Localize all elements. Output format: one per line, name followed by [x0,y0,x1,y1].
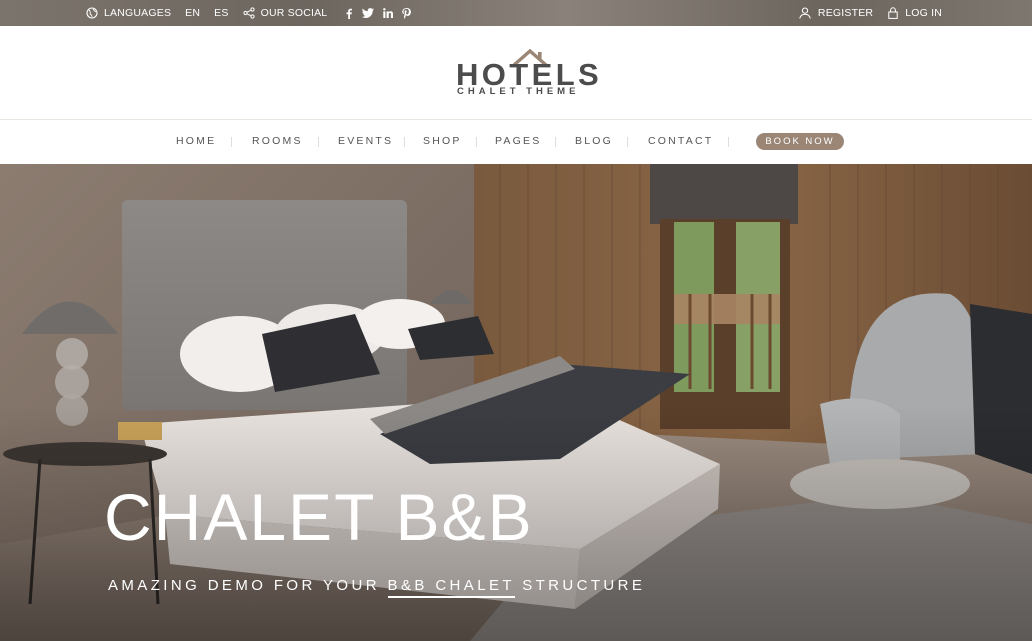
top-bar-left: LANGUAGES EN ES OUR SOCIAL [86,0,420,26]
site-header: HOTELS CHALET THEME [0,26,1032,120]
user-icon [799,7,818,19]
our-social-menu[interactable]: OUR SOCIAL [242,7,328,19]
register-label: REGISTER [817,7,874,19]
nav-divider [231,137,232,147]
languages-menu[interactable]: LANGUAGES [86,7,171,19]
nav-item-events[interactable]: EVENTS [338,135,393,147]
hero-banner: CHALET B&B AMAZING DEMO FOR YOUR B&B CHA… [0,164,1032,641]
globe-icon [86,7,104,19]
top-bar: LANGUAGES EN ES OUR SOCIAL REGISTER LOG … [0,0,1032,26]
nav-item-blog[interactable]: BLOG [575,135,613,147]
nav-item-contact[interactable]: CONTACT [648,135,713,147]
nav-item-shop[interactable]: SHOP [423,135,462,147]
hero-subtitle-after: STRUCTURE [514,577,646,594]
languages-label: LANGUAGES [104,7,172,19]
main-nav: HOME ROOMS EVENTS SHOP PAGES BLOG CONTAC… [0,120,1032,164]
hero-subtitle-before: AMAZING DEMO FOR YOUR [108,577,388,594]
nav-divider [728,137,729,147]
logo-subtitle: CHALET THEME [457,86,580,97]
nav-divider [476,137,477,147]
nav-divider [404,137,405,147]
nav-item-rooms[interactable]: ROOMS [252,135,303,147]
social-icons [345,7,420,19]
login-link[interactable]: LOG IN [888,7,942,19]
lang-en-link[interactable]: EN [185,7,200,19]
linkedin-icon[interactable] [383,8,394,18]
nav-divider [555,137,556,147]
hero-subtitle: AMAZING DEMO FOR YOUR B&B CHALET STRUCTU… [108,577,646,598]
nav-divider [627,137,628,147]
hero-title: CHALET B&B [104,480,534,554]
facebook-icon[interactable] [345,8,353,19]
register-link[interactable]: REGISTER [799,7,873,19]
pinterest-icon[interactable] [402,7,412,19]
top-bar-right: REGISTER LOG IN [784,0,942,26]
our-social-label: OUR SOCIAL [260,7,328,19]
site-logo[interactable]: HOTELS CHALET THEME [450,46,599,102]
login-label: LOG IN [905,7,942,19]
nav-divider [318,137,319,147]
book-now-button[interactable]: BOOK NOW [756,133,844,150]
lang-es-link[interactable]: ES [214,7,228,19]
hero-bedroom-photo [0,164,1032,641]
nav-item-pages[interactable]: PAGES [495,135,541,147]
lock-icon [888,7,905,19]
nav-item-home[interactable]: HOME [176,135,216,147]
hero-subtitle-highlight: B&B CHALET [387,577,515,598]
share-icon [242,7,261,19]
twitter-icon[interactable] [362,8,375,18]
